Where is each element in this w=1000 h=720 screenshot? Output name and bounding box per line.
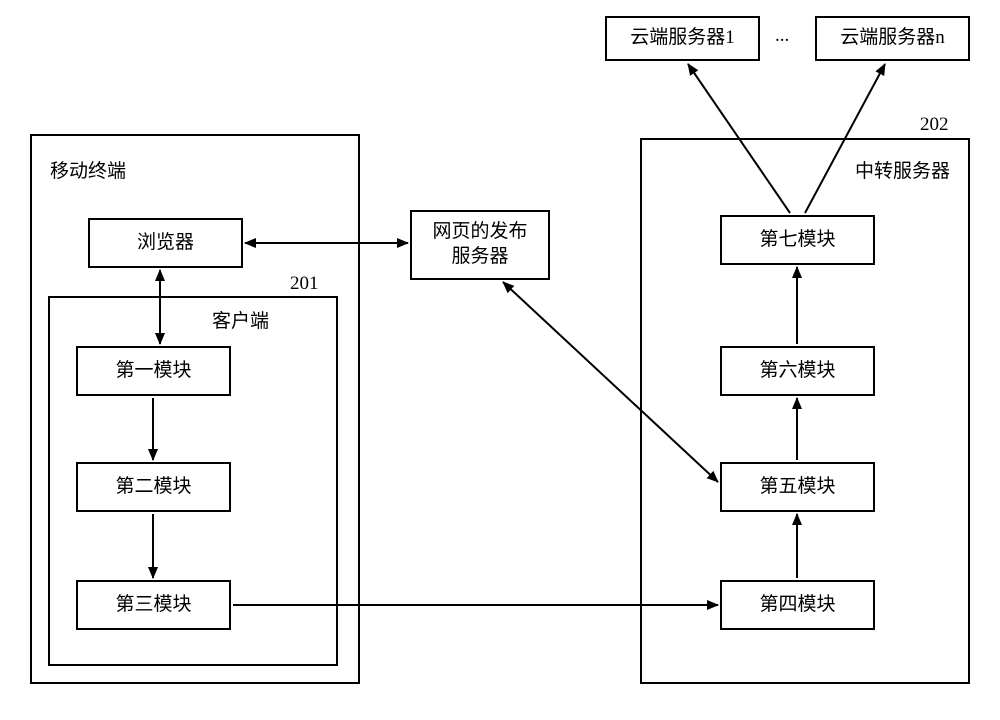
client-id: 201 [290, 273, 319, 295]
relay-server-label: 中转服务器 [855, 156, 950, 183]
client-label: 客户端 [212, 306, 269, 333]
module-6: 第六模块 [720, 346, 875, 396]
module-2: 第二模块 [76, 462, 231, 512]
cloud-server-1: 云端服务器1 [605, 16, 760, 61]
relay-server-id: 202 [920, 114, 949, 136]
cloud-ellipsis: ... [775, 25, 789, 47]
browser-box: 浏览器 [88, 218, 243, 268]
cloud-server-n: 云端服务器n [815, 16, 970, 61]
publish-server-box: 网页的发布 服务器 [410, 210, 550, 280]
module-3: 第三模块 [76, 580, 231, 630]
mobile-terminal-label: 移动终端 [50, 156, 126, 183]
module-5: 第五模块 [720, 462, 875, 512]
module-7: 第七模块 [720, 215, 875, 265]
module-4: 第四模块 [720, 580, 875, 630]
module-1: 第一模块 [76, 346, 231, 396]
